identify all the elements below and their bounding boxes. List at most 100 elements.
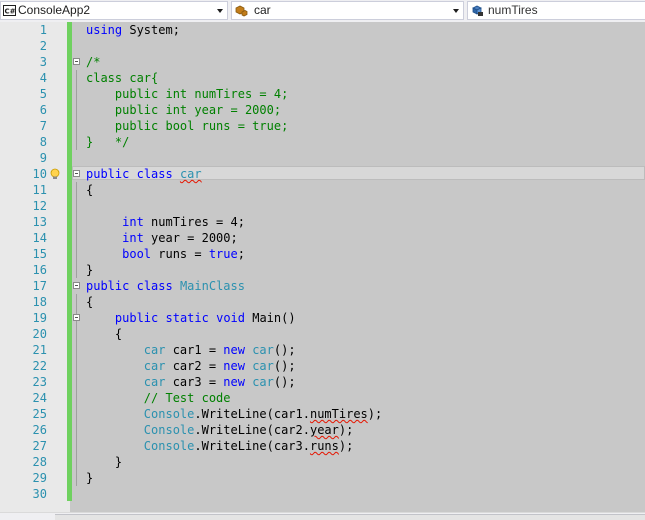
line-number: 2 bbox=[39, 39, 47, 53]
code-line: 16 } bbox=[0, 262, 645, 278]
line-number: 14 bbox=[32, 231, 47, 245]
code-line: 26 Console.WriteLine(car2.year); bbox=[0, 422, 645, 438]
code-line: 17 public class MainClass bbox=[0, 278, 645, 294]
class-icon bbox=[235, 5, 248, 17]
line-number: 19 bbox=[32, 311, 47, 325]
code-line: 7 public bool runs = true; bbox=[0, 118, 645, 134]
code-line: 21 car car1 = new car(); bbox=[0, 342, 645, 358]
code-text[interactable]: public bool runs = true; bbox=[86, 118, 288, 134]
code-text[interactable]: int numTires = 4; bbox=[86, 214, 245, 230]
line-number: 4 bbox=[39, 71, 47, 85]
line-number: 17 bbox=[32, 279, 47, 293]
line-number: 22 bbox=[32, 359, 47, 373]
code-text[interactable]: { bbox=[86, 326, 122, 342]
member-name: numTires bbox=[488, 3, 538, 17]
code-line: 12 bbox=[0, 198, 645, 214]
line-number: 21 bbox=[32, 343, 47, 357]
code-line: 20 { bbox=[0, 326, 645, 342]
code-line: 8 } */ bbox=[0, 134, 645, 150]
code-line: 29 } bbox=[0, 470, 645, 486]
code-text[interactable]: { bbox=[86, 182, 93, 198]
code-text[interactable]: class car{ bbox=[86, 70, 158, 86]
type-dropdown[interactable]: car bbox=[231, 1, 464, 20]
line-number: 27 bbox=[32, 439, 47, 453]
project-dropdown[interactable]: C# ConsoleApp2 bbox=[0, 1, 228, 20]
lightbulb-icon[interactable] bbox=[49, 168, 61, 180]
line-number: 26 bbox=[32, 423, 47, 437]
line-number: 20 bbox=[32, 327, 47, 341]
line-number: 12 bbox=[32, 199, 47, 213]
code-text[interactable]: { bbox=[86, 294, 93, 310]
code-text[interactable]: car car3 = new car(); bbox=[86, 374, 296, 390]
code-line: 24 // Test code bbox=[0, 390, 645, 406]
line-number: 9 bbox=[39, 151, 47, 165]
code-line: 19 public static void Main() bbox=[0, 310, 645, 326]
type-name: car bbox=[254, 3, 271, 17]
code-text[interactable]: } bbox=[86, 454, 122, 470]
code-text[interactable]: using System; bbox=[86, 22, 180, 38]
code-text[interactable]: public class MainClass bbox=[86, 278, 245, 294]
code-line: 5 public int numTires = 4; bbox=[0, 86, 645, 102]
line-number: 18 bbox=[32, 295, 47, 309]
code-line: 9 bbox=[0, 150, 645, 166]
code-line: 23 car car3 = new car(); bbox=[0, 374, 645, 390]
line-number: 13 bbox=[32, 215, 47, 229]
code-text[interactable]: int year = 2000; bbox=[86, 230, 238, 246]
line-number: 1 bbox=[39, 23, 47, 37]
code-line: 2 bbox=[0, 38, 645, 54]
code-text[interactable]: public int year = 2000; bbox=[86, 102, 281, 118]
code-text[interactable]: /* bbox=[86, 54, 100, 70]
svg-text:C#: C# bbox=[5, 8, 16, 16]
chevron-down-icon bbox=[453, 9, 459, 13]
code-line: 28 } bbox=[0, 454, 645, 470]
code-text[interactable]: } */ bbox=[86, 134, 129, 150]
code-text[interactable]: car car2 = new car(); bbox=[86, 358, 296, 374]
scrollbar-thumb[interactable] bbox=[55, 514, 645, 520]
code-line: 4 class car{ bbox=[0, 70, 645, 86]
code-line-current: 10 public class car bbox=[0, 166, 645, 182]
code-text[interactable]: public static void Main() bbox=[86, 310, 296, 326]
code-editor[interactable]: 1 using System; 2 3 /* 4 class car{ 5 pu… bbox=[0, 22, 645, 512]
code-line: 11 { bbox=[0, 182, 645, 198]
collapse-toggle-icon[interactable] bbox=[73, 282, 80, 289]
line-number: 6 bbox=[39, 103, 47, 117]
code-text[interactable]: } bbox=[86, 470, 93, 486]
line-number: 16 bbox=[32, 263, 47, 277]
code-text[interactable]: public int numTires = 4; bbox=[86, 86, 288, 102]
collapse-toggle-icon[interactable] bbox=[73, 58, 80, 65]
line-number: 28 bbox=[32, 455, 47, 469]
code-text[interactable]: } bbox=[86, 262, 93, 278]
project-name: ConsoleApp2 bbox=[18, 3, 91, 17]
code-line: 3 /* bbox=[0, 54, 645, 70]
csharp-project-icon: C# bbox=[3, 5, 16, 16]
line-number: 8 bbox=[39, 135, 47, 149]
line-number: 29 bbox=[32, 471, 47, 485]
code-text[interactable]: Console.WriteLine(car2.year); bbox=[86, 422, 354, 438]
line-number: 5 bbox=[39, 87, 47, 101]
code-line: 25 Console.WriteLine(car1.numTires); bbox=[0, 406, 645, 422]
chevron-down-icon bbox=[217, 9, 223, 13]
code-line: 30 bbox=[0, 486, 645, 502]
code-text[interactable]: car car1 = new car(); bbox=[86, 342, 296, 358]
field-icon bbox=[472, 5, 483, 16]
navigation-bar: C# ConsoleApp2 car numTires bbox=[0, 0, 645, 23]
code-text[interactable]: public class car bbox=[86, 166, 202, 182]
collapse-toggle-icon[interactable] bbox=[73, 314, 80, 321]
line-number: 25 bbox=[32, 407, 47, 421]
code-line: 27 Console.WriteLine(car3.runs); bbox=[0, 438, 645, 454]
code-line: 13 int numTires = 4; bbox=[0, 214, 645, 230]
code-text[interactable]: // Test code bbox=[86, 390, 231, 406]
code-text[interactable]: Console.WriteLine(car1.numTires); bbox=[86, 406, 382, 422]
code-line: 6 public int year = 2000; bbox=[0, 102, 645, 118]
line-number: 24 bbox=[32, 391, 47, 405]
line-number: 15 bbox=[32, 247, 47, 261]
line-number: 7 bbox=[39, 119, 47, 133]
member-dropdown[interactable]: numTires bbox=[467, 1, 645, 20]
collapse-toggle-icon[interactable] bbox=[73, 170, 80, 177]
code-text[interactable]: bool runs = true; bbox=[86, 246, 245, 262]
code-line: 22 car car2 = new car(); bbox=[0, 358, 645, 374]
line-number: 23 bbox=[32, 375, 47, 389]
line-number: 11 bbox=[32, 183, 47, 197]
line-number: 3 bbox=[39, 55, 47, 69]
code-text[interactable]: Console.WriteLine(car3.runs); bbox=[86, 438, 354, 454]
